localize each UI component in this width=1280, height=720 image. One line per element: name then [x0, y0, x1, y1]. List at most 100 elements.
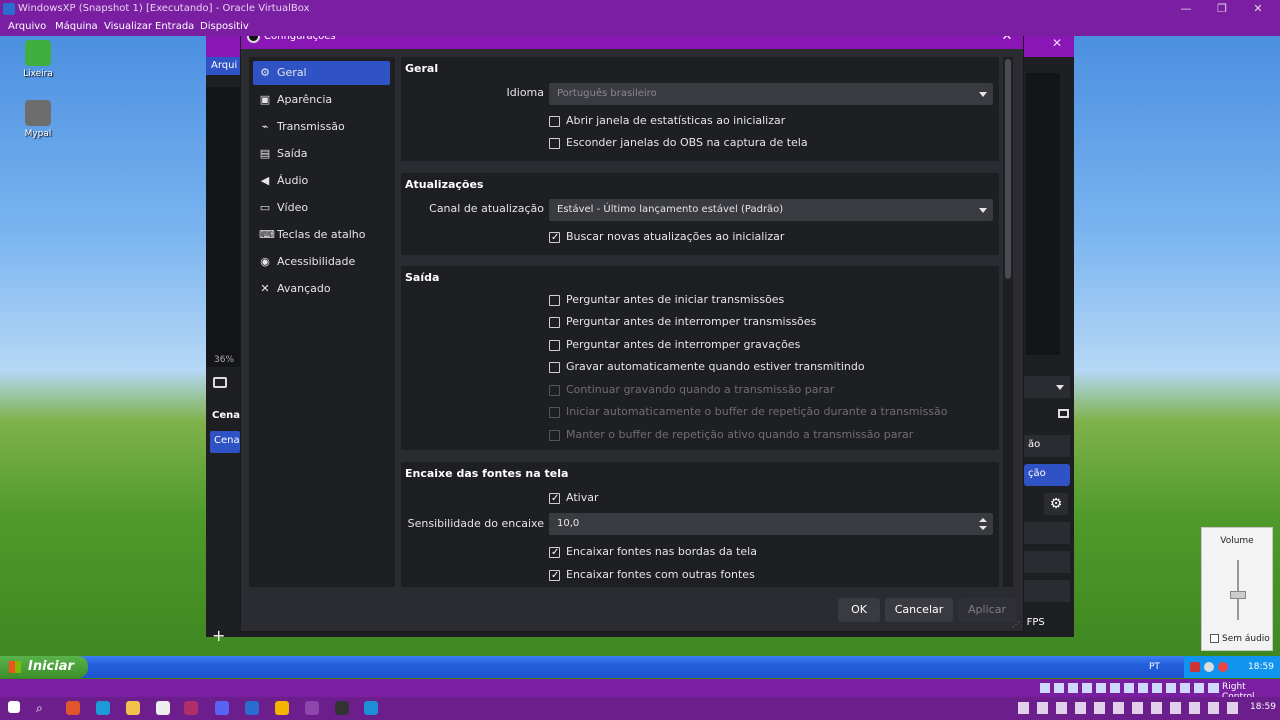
network-icon[interactable] [1190, 662, 1200, 672]
nav-item-transmissao[interactable]: ⌁ Transmissão [253, 115, 390, 139]
checkbox-interromper-transmissoes[interactable]: Perguntar antes de interromper transmiss… [549, 314, 993, 330]
nav-item-teclas-de-atalho[interactable]: ⌨ Teclas de atalho [253, 223, 390, 247]
nav-item-saida[interactable]: ▤ Saída [253, 142, 390, 166]
menu-dispositivos[interactable]: Dispositiv [200, 21, 249, 32]
checkbox-box[interactable] [549, 362, 560, 373]
checkbox-interromper-gravacoes[interactable]: Perguntar antes de interromper gravações [549, 337, 993, 353]
monitor-icon: ▭ [259, 201, 271, 214]
checkbox-estatisticas[interactable]: Abrir janela de estatísticas ao iniciali… [549, 113, 993, 129]
nav-item-geral[interactable]: ⚙ Geral [253, 61, 390, 85]
menu-maquina[interactable]: Máquina [55, 21, 98, 32]
volume-track[interactable] [1237, 560, 1239, 620]
cancel-button[interactable]: Cancelar [885, 598, 953, 622]
obs-control-2[interactable]: ção [1024, 464, 1070, 486]
obs-menu-arquivo[interactable]: Arqui [211, 60, 237, 71]
start-button[interactable]: Iniciar [0, 656, 88, 678]
content-scrollbar[interactable] [1003, 57, 1013, 587]
windows-start-icon[interactable] [8, 701, 20, 713]
checkbox-encaixar-bordas[interactable]: Encaixar fontes nas bordas da tela [549, 544, 993, 561]
nav-item-avancado[interactable]: ✕ Avançado [253, 277, 390, 301]
idioma-select[interactable]: Português brasileiro [549, 83, 993, 105]
menu-visualizar[interactable]: Visualizar [104, 21, 152, 32]
checkbox-esconder-janelas[interactable]: Esconder janelas do OBS na captura de te… [549, 135, 993, 151]
gear-icon[interactable]: ⚙ [1044, 493, 1068, 515]
obs-control-1[interactable]: ão [1024, 435, 1070, 457]
nav-item-video[interactable]: ▭ Vídeo [253, 196, 390, 220]
mute-checkbox[interactable]: Sem áudio [1210, 634, 1270, 644]
chevron-down-icon [979, 92, 987, 97]
checkbox-label: Perguntar antes de iniciar transmissões [566, 293, 785, 306]
checkbox-encaixar-fontes[interactable]: Encaixar fontes com outras fontes [549, 567, 993, 584]
canal-select[interactable]: Estável - Último lançamento estável (Pad… [549, 199, 993, 221]
language-indicator[interactable]: PT [1149, 656, 1160, 678]
nav-item-audio[interactable]: ◀ Áudio [253, 169, 390, 193]
checkbox-box[interactable] [1210, 634, 1219, 643]
apply-button[interactable]: Aplicar [958, 598, 1016, 622]
app-icon-1[interactable] [66, 701, 80, 715]
discord-icon[interactable] [215, 701, 229, 715]
checkbox-box[interactable] [549, 545, 560, 561]
volume-slider[interactable] [1230, 591, 1246, 600]
checkbox-label: Abrir janela de estatísticas ao iniciali… [566, 114, 786, 127]
chrome-icon[interactable] [275, 701, 289, 715]
checkbox-box[interactable] [549, 116, 560, 127]
sensibilidade-spinbox[interactable]: 10,0 [549, 513, 993, 535]
checkbox-iniciar-buffer[interactable]: Iniciar automaticamente o buffer de repe… [549, 404, 993, 420]
nav-item-acessibilidade[interactable]: ◉ Acessibilidade [253, 250, 390, 274]
minimize-button[interactable]: — [1168, 0, 1204, 18]
checkbox-box[interactable] [549, 295, 560, 306]
alert-icon[interactable] [1218, 662, 1228, 672]
menu-arquivo[interactable]: Arquivo [8, 21, 46, 32]
folder-icon[interactable] [126, 701, 140, 715]
checkbox-box[interactable] [549, 317, 560, 328]
checkbox-box[interactable] [549, 407, 560, 418]
obs-main-close-icon[interactable]: ✕ [1052, 36, 1062, 50]
close-icon[interactable]: ✕ [997, 36, 1017, 49]
checkbox-box[interactable] [549, 385, 560, 396]
scrollbar-thumb[interactable] [1005, 59, 1011, 279]
obs-control-3[interactable] [1024, 522, 1070, 544]
checkbox-manter-buffer[interactable]: Manter o buffer de repetição ativo quand… [549, 427, 993, 443]
checkbox-iniciar-transmissoes[interactable]: Perguntar antes de iniciar transmissões [549, 292, 993, 308]
app-icon-active[interactable] [184, 701, 198, 715]
checkbox-box[interactable] [549, 138, 560, 149]
spin-up-icon[interactable] [979, 518, 987, 522]
edge-icon[interactable] [96, 701, 110, 715]
maximize-button[interactable]: ❐ [1204, 0, 1240, 18]
group-saida: Saída Perguntar antes de iniciar transmi… [401, 266, 999, 450]
vs-icon[interactable] [305, 701, 319, 715]
obs-right-combo[interactable] [1024, 376, 1070, 398]
obs-taskbar-icon[interactable] [335, 701, 349, 715]
checkbox-buscar-atualizacoes[interactable]: Buscar novas atualizações ao inicializar [549, 229, 993, 246]
host-taskbar: ⌕ 18:59 [0, 697, 1280, 720]
desktop-icon-lixeira[interactable]: Lixeira [8, 40, 68, 79]
virtualbox-active-icon[interactable] [364, 701, 378, 715]
ok-button[interactable]: OK [838, 598, 880, 622]
checkbox-gravar-automaticamente[interactable]: Gravar automaticamente quando estiver tr… [549, 359, 993, 375]
resize-grip-icon[interactable]: ⋰ [1012, 620, 1020, 629]
checkbox-box[interactable] [549, 340, 560, 351]
close-button[interactable]: ✕ [1240, 0, 1276, 18]
checkbox-box[interactable] [549, 430, 560, 441]
obs-control-4[interactable] [1024, 551, 1070, 573]
host-tray-icons[interactable] [1018, 702, 1238, 714]
store-icon[interactable] [156, 701, 170, 715]
menu-entrada[interactable]: Entrada [155, 21, 194, 32]
search-icon[interactable]: ⌕ [36, 701, 50, 715]
desktop-icon-mypal[interactable]: Mypal [8, 100, 68, 139]
dock-icon[interactable] [1058, 409, 1069, 418]
add-scene-icon[interactable]: + [212, 626, 225, 645]
checkbox-box[interactable] [549, 230, 560, 246]
checkbox-ativar-encaixe[interactable]: Ativar [549, 490, 993, 507]
virtualbox-taskbar-icon[interactable] [245, 701, 259, 715]
checkbox-box[interactable] [549, 568, 560, 584]
obs-control-5[interactable] [1024, 580, 1070, 602]
spin-down-icon[interactable] [979, 526, 987, 530]
scene-item[interactable]: Cena [210, 431, 240, 453]
checkbox-box[interactable] [549, 491, 560, 507]
checkbox-continuar-gravando[interactable]: Continuar gravando quando a transmissão … [549, 382, 993, 398]
monitor-icon[interactable] [213, 377, 227, 388]
vbox-status-icons[interactable] [1040, 683, 1216, 693]
nav-item-aparencia[interactable]: ▣ Aparência [253, 88, 390, 112]
shield-icon[interactable] [1204, 662, 1214, 672]
